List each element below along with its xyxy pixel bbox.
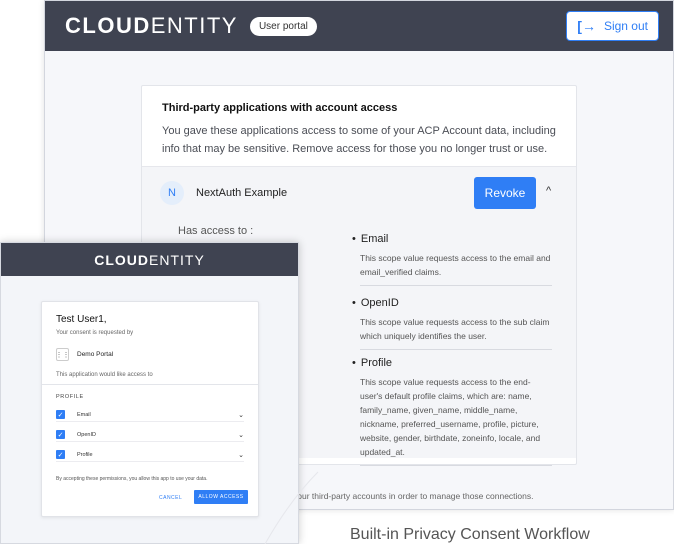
greeting: Test User1,: [56, 314, 107, 325]
chevron-down-icon[interactable]: ⌄: [238, 411, 244, 419]
requesting-app: ⋮⋮ Demo Portal: [56, 348, 113, 361]
consent-window: CLOUDENTITY Test User1, Your consent is …: [0, 242, 299, 544]
requesting-app-name: Demo Portal: [77, 351, 114, 358]
divider: [42, 384, 258, 385]
sign-out-label: Sign out: [603, 19, 648, 33]
portal-header: CLOUDENTITY User portal [→ Sign out: [45, 1, 673, 51]
chevron-down-icon[interactable]: ⌄: [238, 451, 244, 459]
caption: Built-in Privacy Consent Workflow: [350, 526, 590, 543]
permission-email[interactable]: ✓ Email ⌄: [56, 408, 244, 422]
revoke-button[interactable]: Revoke: [474, 177, 536, 209]
section-title: PROFILE: [56, 394, 84, 400]
scope-name: Profile: [352, 357, 552, 369]
consent-header: CLOUDENTITY: [1, 243, 298, 276]
cancel-button[interactable]: CANCEL: [159, 495, 182, 501]
grid-icon: ⋮⋮: [56, 348, 70, 361]
scope-description: This scope value requests access to the …: [360, 315, 552, 350]
portal-badge: User portal: [249, 16, 317, 36]
logo-suffix: ENTITY: [149, 251, 205, 268]
access-text: This application would like access to: [56, 372, 153, 378]
sign-out-button[interactable]: [→ Sign out: [566, 11, 659, 41]
scope-name: OpenID: [352, 297, 552, 309]
has-access-label: Has access to :: [178, 225, 254, 237]
scope-description: This scope value requests access to the …: [360, 251, 552, 286]
stage: CLOUDENTITY User portal [→ Sign out Thir…: [0, 0, 674, 544]
permission-label: Email: [77, 411, 91, 418]
permission-profile[interactable]: ✓ Profile ⌄: [56, 448, 244, 462]
consent-note: By accepting these permissions, you allo…: [56, 476, 208, 482]
app-avatar: N: [160, 181, 184, 205]
consent-dialog: Test User1, Your consent is requested by…: [41, 301, 259, 517]
permission-label: Profile: [77, 451, 93, 458]
card-title: Third-party applications with account ac…: [162, 102, 398, 114]
scope-description: This scope value requests access to the …: [360, 375, 552, 466]
logo-prefix: CLOUD: [94, 251, 149, 268]
permission-label: OpenID: [77, 431, 96, 438]
logo-suffix: ENTITY: [150, 13, 238, 38]
allow-access-button[interactable]: ALLOW ACCESS: [194, 490, 248, 504]
footer-note: your third-party accounts in order to ma…: [293, 491, 534, 501]
checkbox-checked-icon[interactable]: ✓: [56, 410, 65, 419]
scope-openid: OpenID This scope value requests access …: [352, 297, 552, 350]
decorative-arc: [264, 471, 319, 544]
consent-logo: CLOUDENTITY: [94, 252, 205, 268]
chevron-up-icon[interactable]: ^: [546, 185, 551, 197]
checkbox-checked-icon[interactable]: ✓: [56, 430, 65, 439]
checkbox-checked-icon[interactable]: ✓: [56, 450, 65, 459]
cloudentity-logo: CLOUDENTITY: [65, 13, 238, 39]
scope-email: Email This scope value requests access t…: [352, 233, 552, 286]
consent-subtitle: Your consent is requested by: [56, 330, 134, 336]
permission-openid[interactable]: ✓ OpenID ⌄: [56, 428, 244, 442]
logo-prefix: CLOUD: [65, 13, 151, 38]
card-description: You gave these applications access to so…: [162, 125, 556, 155]
card-header: Third-party applications with account ac…: [142, 86, 576, 170]
scope-profile: Profile This scope value requests access…: [352, 357, 552, 466]
chevron-down-icon[interactable]: ⌄: [238, 431, 244, 439]
sign-out-icon: [→: [577, 18, 596, 34]
scope-name: Email: [352, 233, 552, 245]
app-name: NextAuth Example: [196, 187, 288, 199]
